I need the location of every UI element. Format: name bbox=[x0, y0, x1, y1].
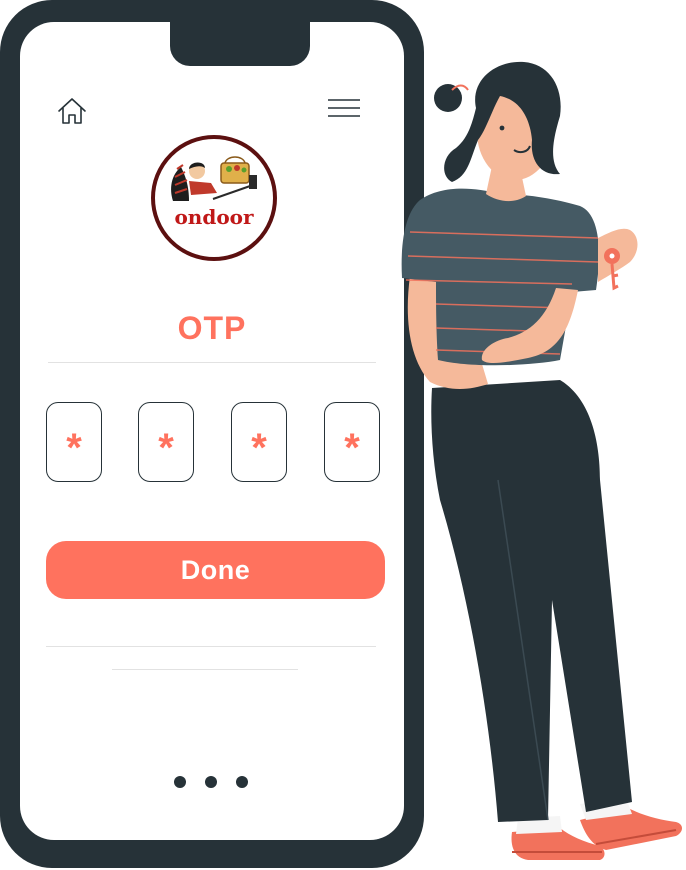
otp-digit-2-value: * bbox=[158, 426, 174, 470]
home-button[interactable] bbox=[56, 95, 88, 127]
done-button[interactable]: Done bbox=[46, 541, 385, 599]
bottom-divider bbox=[46, 646, 376, 647]
otp-digit-3[interactable]: * bbox=[231, 402, 287, 482]
page-indicator bbox=[170, 776, 254, 790]
otp-digit-4-value: * bbox=[344, 426, 360, 470]
page-indicator-dot bbox=[205, 776, 217, 788]
logo-text: ondoor bbox=[174, 205, 254, 229]
page-indicator-dot bbox=[236, 776, 248, 788]
otp-digit-1-value: * bbox=[66, 426, 82, 470]
home-icon bbox=[58, 98, 86, 124]
logo-illustration bbox=[171, 156, 257, 201]
page-title: OTP bbox=[177, 310, 247, 346]
otp-digit-2[interactable]: * bbox=[138, 402, 194, 482]
otp-digit-1[interactable]: * bbox=[46, 402, 102, 482]
woman-illustration bbox=[401, 61, 682, 860]
bottom-divider-short bbox=[112, 669, 298, 670]
menu-button[interactable] bbox=[327, 97, 361, 121]
otp-digit-4[interactable]: * bbox=[324, 402, 380, 482]
phone-frame: ondoor OTP * * * * Done bbox=[0, 0, 424, 868]
page-indicator-dot bbox=[174, 776, 186, 788]
phone-screen: ondoor OTP * * * * Done bbox=[20, 22, 404, 840]
hamburger-menu-icon bbox=[328, 99, 360, 117]
brand-logo: ondoor bbox=[151, 135, 277, 261]
title-divider bbox=[48, 362, 376, 363]
otp-digit-3-value: * bbox=[251, 426, 267, 470]
phone-notch bbox=[170, 22, 310, 66]
